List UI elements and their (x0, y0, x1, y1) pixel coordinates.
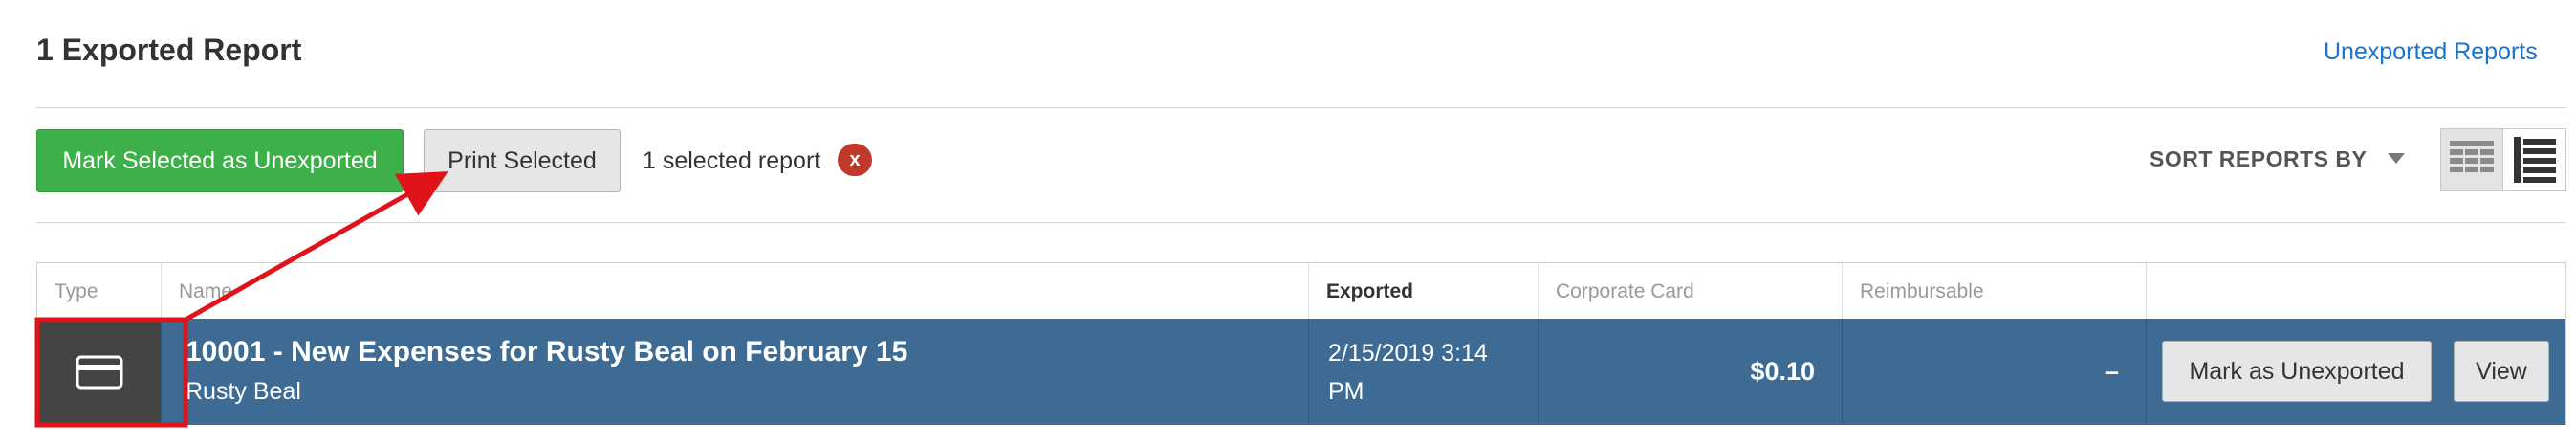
reimbursable-amount: – (1843, 319, 2147, 425)
column-header-name[interactable]: Name (162, 263, 1309, 319)
corporate-card-amount: $0.10 (1539, 319, 1843, 425)
view-mode-toggle (2440, 128, 2566, 191)
column-header-corporate-card[interactable]: Corporate Card (1539, 263, 1843, 319)
column-header-exported[interactable]: Exported (1309, 263, 1539, 319)
clear-selection-button[interactable]: x (838, 144, 872, 176)
list-view-icon[interactable] (2503, 129, 2565, 190)
report-title[interactable]: 10001 - New Expenses for Rusty Beal on F… (186, 336, 907, 368)
report-submitter: Rusty Beal (186, 378, 301, 405)
table-row[interactable]: 10001 - New Expenses for Rusty Beal on F… (37, 319, 2565, 425)
mark-selected-unexported-button[interactable]: Mark Selected as Unexported (36, 129, 404, 192)
column-header-actions (2147, 263, 2565, 319)
toolbar-divider (36, 222, 2566, 223)
sort-reports-dropdown[interactable]: SORT REPORTS BY (2150, 146, 2367, 172)
name-cell (162, 319, 1309, 425)
page-title: 1 Exported Report (36, 33, 302, 67)
column-header-type: Type (37, 263, 162, 319)
exported-time: PM (1328, 378, 1364, 405)
column-header-reimbursable[interactable]: Reimbursable (1843, 263, 2147, 319)
exported-date: 2/15/2019 3:14 (1328, 340, 1488, 367)
view-button[interactable]: View (2454, 341, 2549, 402)
grid-view-icon[interactable] (2441, 129, 2503, 190)
print-selected-button[interactable]: Print Selected (424, 129, 621, 192)
chevron-down-icon[interactable] (2388, 153, 2405, 164)
type-cell (37, 319, 162, 425)
reports-table: Type Name Exported Corporate Card Reimbu… (36, 262, 2566, 425)
header-divider (36, 107, 2566, 108)
mark-as-unexported-button[interactable]: Mark as Unexported (2162, 341, 2432, 402)
unexported-reports-link[interactable]: Unexported Reports (2324, 38, 2538, 66)
exported-cell: 2/15/2019 3:14 PM (1309, 319, 1539, 425)
selection-count: 1 selected report (643, 147, 821, 174)
credit-card-icon (76, 355, 122, 389)
